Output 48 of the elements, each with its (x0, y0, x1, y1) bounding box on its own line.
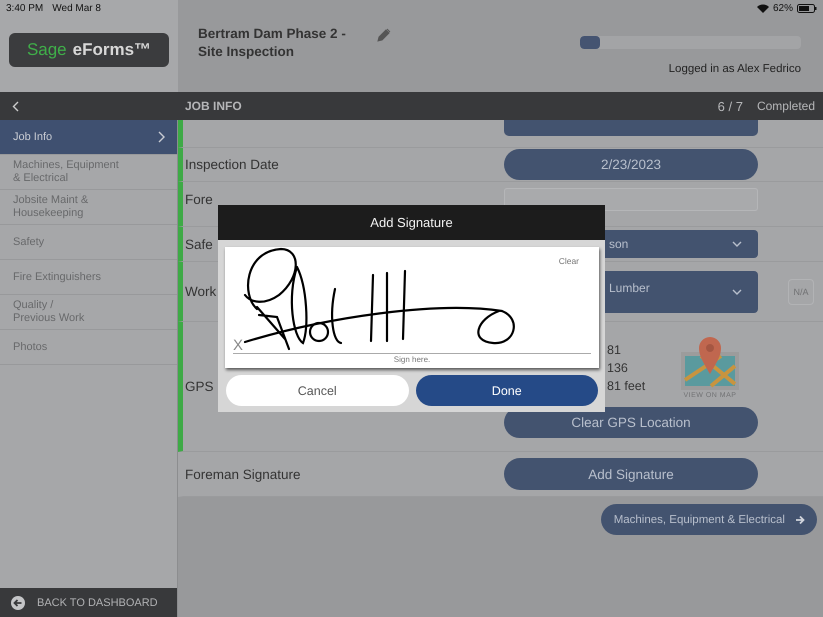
gps-reading: 81 (607, 342, 622, 356)
gps-reading: 136 (607, 360, 629, 374)
user-label: Logged in as Alex Fedrico (668, 63, 801, 75)
back-arrow-icon (11, 596, 25, 610)
map-pin-icon[interactable] (681, 336, 739, 390)
section-title: JOB INFO (185, 99, 242, 113)
form-title: Bertram Dam Phase 2 - Site Inspection (198, 25, 347, 61)
progress-count: 6 / 7 (718, 98, 743, 114)
sidebar-item[interactable]: Photos (0, 330, 177, 365)
date-button[interactable]: 2/23/2023 (504, 149, 758, 180)
next-section-button[interactable]: Machines, Equipment & Electrical (600, 504, 817, 535)
status-time: 3:40 PM (6, 3, 44, 14)
chevron-right-icon (157, 131, 165, 143)
back-to-dashboard-button[interactable]: BACK TO DASHBOARD (0, 588, 177, 617)
clear-gps-button[interactable]: Clear GPS Location (504, 407, 758, 438)
progress-status: Completed (756, 99, 815, 113)
field-label: Work (185, 284, 216, 299)
chevron-down-icon (732, 288, 742, 294)
app-logo: Sage eForms™ (9, 33, 169, 67)
add-signature-button[interactable]: Add Signature (504, 458, 758, 490)
sidebar-item[interactable]: Quality / Previous Work (0, 295, 177, 330)
dialog-title: Add Signature (218, 205, 605, 240)
field-label: Inspection Date (185, 157, 279, 172)
arrow-right-icon (795, 514, 805, 524)
sidebar-item[interactable]: Jobsite Maint & Housekeeping (0, 190, 177, 225)
chevron-down-icon (732, 241, 742, 247)
signature-x-mark: X (233, 337, 244, 354)
cancel-button[interactable]: Cancel (226, 375, 408, 406)
done-button[interactable]: Done (416, 375, 598, 406)
back-chevron-icon[interactable] (12, 100, 19, 112)
sidebar-item[interactable]: Fire Extinguishers (0, 260, 177, 295)
pencil-icon[interactable] (377, 28, 391, 42)
signature-pad[interactable]: Clear X Sign here. (225, 247, 599, 368)
sidebar-item[interactable]: Job Info (0, 120, 177, 155)
clear-link[interactable]: Clear (558, 256, 579, 266)
battery-percent: 62% (772, 3, 793, 14)
field-label: Safe (185, 236, 213, 252)
field-label: Fore (185, 192, 213, 206)
gps-reading: 81 feet (607, 378, 646, 392)
field-label: GPS (185, 379, 214, 394)
input-field[interactable] (504, 188, 758, 210)
sidebar-item[interactable]: Machines, Equipment & Electrical (0, 155, 177, 190)
sign-hint: Sign here. (392, 355, 432, 364)
wifi-icon (756, 4, 769, 13)
sidebar-item[interactable]: Safety (0, 225, 177, 260)
field-label: Foreman Signature (185, 466, 301, 482)
battery-icon (797, 4, 817, 13)
status-date: Wed Mar 8 (52, 3, 101, 14)
